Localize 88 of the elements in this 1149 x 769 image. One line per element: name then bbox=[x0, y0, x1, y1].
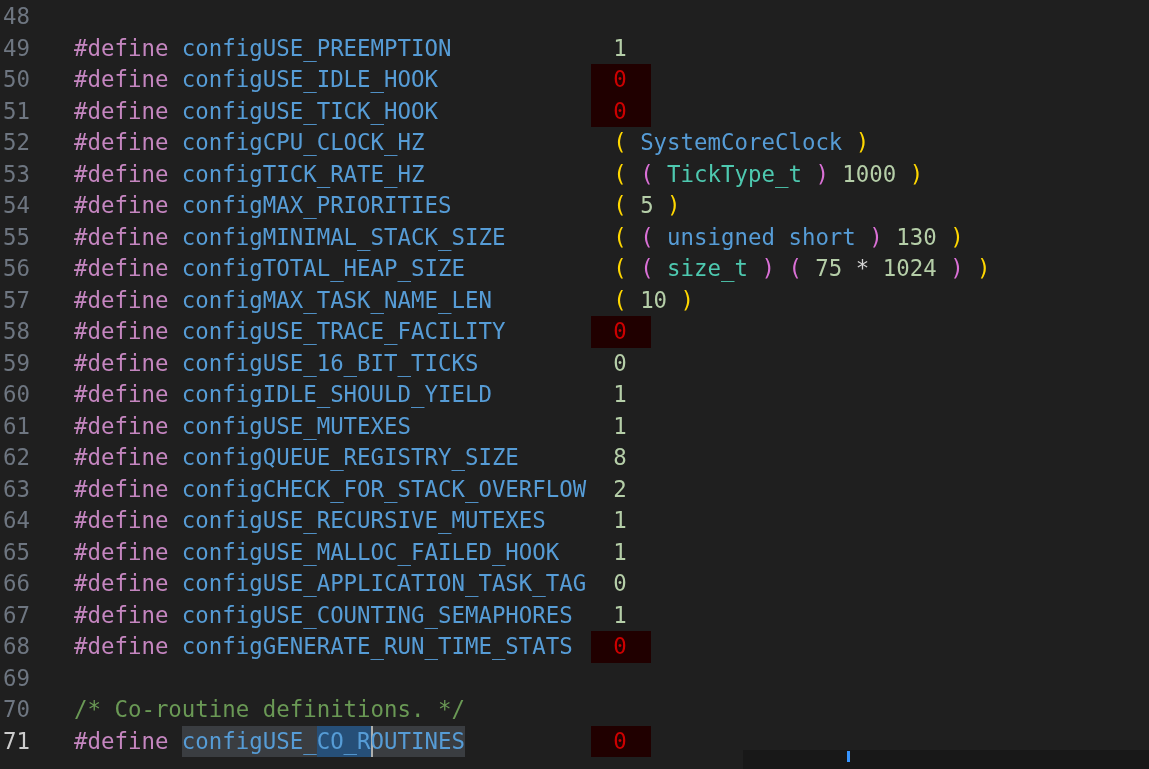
macro-value: 1 bbox=[613, 600, 627, 630]
macro-value: 1 bbox=[613, 380, 627, 409]
macro-value: 0 bbox=[591, 64, 651, 96]
preprocessor-directive: #define bbox=[74, 443, 169, 472]
macro-value: 8 bbox=[613, 443, 627, 472]
macro-value: 0 bbox=[591, 95, 651, 127]
preprocessor-directive: #define bbox=[74, 474, 169, 504]
line-number: 52 bbox=[2, 128, 30, 157]
line-number: 55 bbox=[2, 222, 30, 252]
preprocessor-directive: #define bbox=[74, 506, 169, 535]
preprocessor-directive: #define bbox=[74, 285, 169, 315]
macro-name: configTICK_RATE_HZ bbox=[181, 159, 426, 190]
macro-name: configMINIMAL_STACK_SIZE bbox=[181, 222, 507, 253]
macro-value: 1 bbox=[613, 537, 627, 567]
macro-name: configTOTAL_HEAP_SIZE bbox=[181, 254, 466, 284]
macro-name: configUSE_RECURSIVE_MUTEXES bbox=[181, 506, 547, 536]
macro-name: configMAX_TASK_NAME_LEN bbox=[181, 285, 493, 316]
preprocessor-directive: #define bbox=[74, 159, 169, 189]
macro-name: configUSE_COUNTING_SEMAPHORES bbox=[181, 600, 574, 631]
macro-name: configMAX_PRIORITIES bbox=[181, 191, 453, 221]
macro-name: configUSE_MUTEXES bbox=[181, 411, 412, 442]
line-number: 64 bbox=[2, 506, 30, 535]
preprocessor-directive: #define bbox=[74, 222, 169, 252]
line-number: 68 bbox=[2, 632, 30, 661]
preprocessor-directive: #define bbox=[74, 65, 169, 94]
line-number: 53 bbox=[2, 159, 30, 189]
line-number: 71 bbox=[2, 726, 30, 756]
line-number: 70 bbox=[2, 695, 30, 724]
line-number: 57 bbox=[2, 285, 30, 315]
line-number: 69 bbox=[2, 663, 30, 693]
line-number: 49 bbox=[2, 33, 30, 63]
preprocessor-directive: #define bbox=[74, 96, 169, 126]
macro-name: configUSE_16_BIT_TICKS bbox=[181, 348, 480, 379]
macro-value: 0 bbox=[613, 348, 627, 378]
line-number: 62 bbox=[2, 443, 30, 472]
preprocessor-directive: #define bbox=[74, 380, 169, 409]
macro-name: configCHECK_FOR_STACK_OVERFLOW bbox=[181, 474, 588, 505]
macro-name: configUSE_MALLOC_FAILED_HOOK bbox=[181, 537, 561, 568]
macro-name: configIDLE_SHOULD_YIELD bbox=[181, 380, 493, 410]
macro-name: configGENERATE_RUN_TIME_STATS bbox=[181, 632, 574, 662]
macro-value: ( 10 ) bbox=[613, 285, 695, 315]
macro-value: ( SystemCoreClock ) bbox=[613, 128, 870, 157]
line-number: 60 bbox=[2, 380, 30, 409]
preprocessor-directive: #define bbox=[74, 317, 169, 346]
line-number: 63 bbox=[2, 474, 30, 504]
macro-value: ( ( size_t ) ( 75 * 1024 ) ) bbox=[613, 254, 991, 284]
preprocessor-directive: #define bbox=[74, 191, 169, 220]
line-number: 48 bbox=[2, 2, 30, 31]
macro-value: 0 bbox=[591, 631, 651, 663]
line-number: 54 bbox=[2, 191, 30, 220]
macro-value: 2 bbox=[613, 474, 627, 504]
macro-value: ( ( TickType_t ) 1000 ) bbox=[613, 159, 924, 190]
line-number: 56 bbox=[2, 254, 30, 283]
preprocessor-directive: #define bbox=[74, 33, 169, 63]
line-number: 50 bbox=[2, 65, 30, 94]
macro-value: 1 bbox=[613, 506, 627, 535]
macro-name: configUSE_TICK_HOOK bbox=[181, 96, 439, 127]
preprocessor-directive: #define bbox=[74, 128, 169, 157]
macro-name: configUSE_APPLICATION_TASK_TAG bbox=[181, 569, 588, 599]
position-marker bbox=[847, 751, 850, 762]
macro-value: 0 bbox=[591, 316, 651, 348]
macro-value: ( ( unsigned short ) 130 ) bbox=[613, 222, 964, 252]
preprocessor-directive: #define bbox=[74, 569, 169, 598]
preprocessor-directive: #define bbox=[74, 600, 169, 630]
line-number: 59 bbox=[2, 348, 30, 378]
macro-value: ( 5 ) bbox=[613, 191, 681, 220]
macro-value: 0 bbox=[613, 569, 627, 598]
line-number: 65 bbox=[2, 537, 30, 567]
macro-name: configQUEUE_REGISTRY_SIZE bbox=[181, 443, 520, 473]
line-number: 51 bbox=[2, 96, 30, 126]
line-number: 66 bbox=[2, 569, 30, 598]
macro-name: configUSE_TRACE_FACILITY bbox=[181, 317, 507, 347]
macro-name: configUSE_PREEMPTION bbox=[181, 33, 453, 64]
macro-name: configUSE_IDLE_HOOK bbox=[181, 65, 439, 95]
preprocessor-directive: #define bbox=[74, 254, 169, 283]
preprocessor-directive: #define bbox=[74, 537, 169, 567]
line-number: 61 bbox=[2, 411, 30, 441]
preprocessor-directive: #define bbox=[74, 726, 169, 756]
macro-name: configCPU_CLOCK_HZ bbox=[181, 128, 426, 158]
preprocessor-directive: #define bbox=[74, 632, 169, 661]
preprocessor-directive: #define bbox=[74, 348, 169, 378]
macro-value: 1 bbox=[613, 33, 627, 63]
macro-value: 0 bbox=[591, 725, 651, 757]
line-number: 67 bbox=[2, 600, 30, 630]
code-comment: /* Co-routine definitions. */ bbox=[74, 695, 465, 724]
preprocessor-directive: #define bbox=[74, 411, 169, 441]
macro-value: 1 bbox=[613, 411, 627, 441]
line-number: 58 bbox=[2, 317, 30, 346]
